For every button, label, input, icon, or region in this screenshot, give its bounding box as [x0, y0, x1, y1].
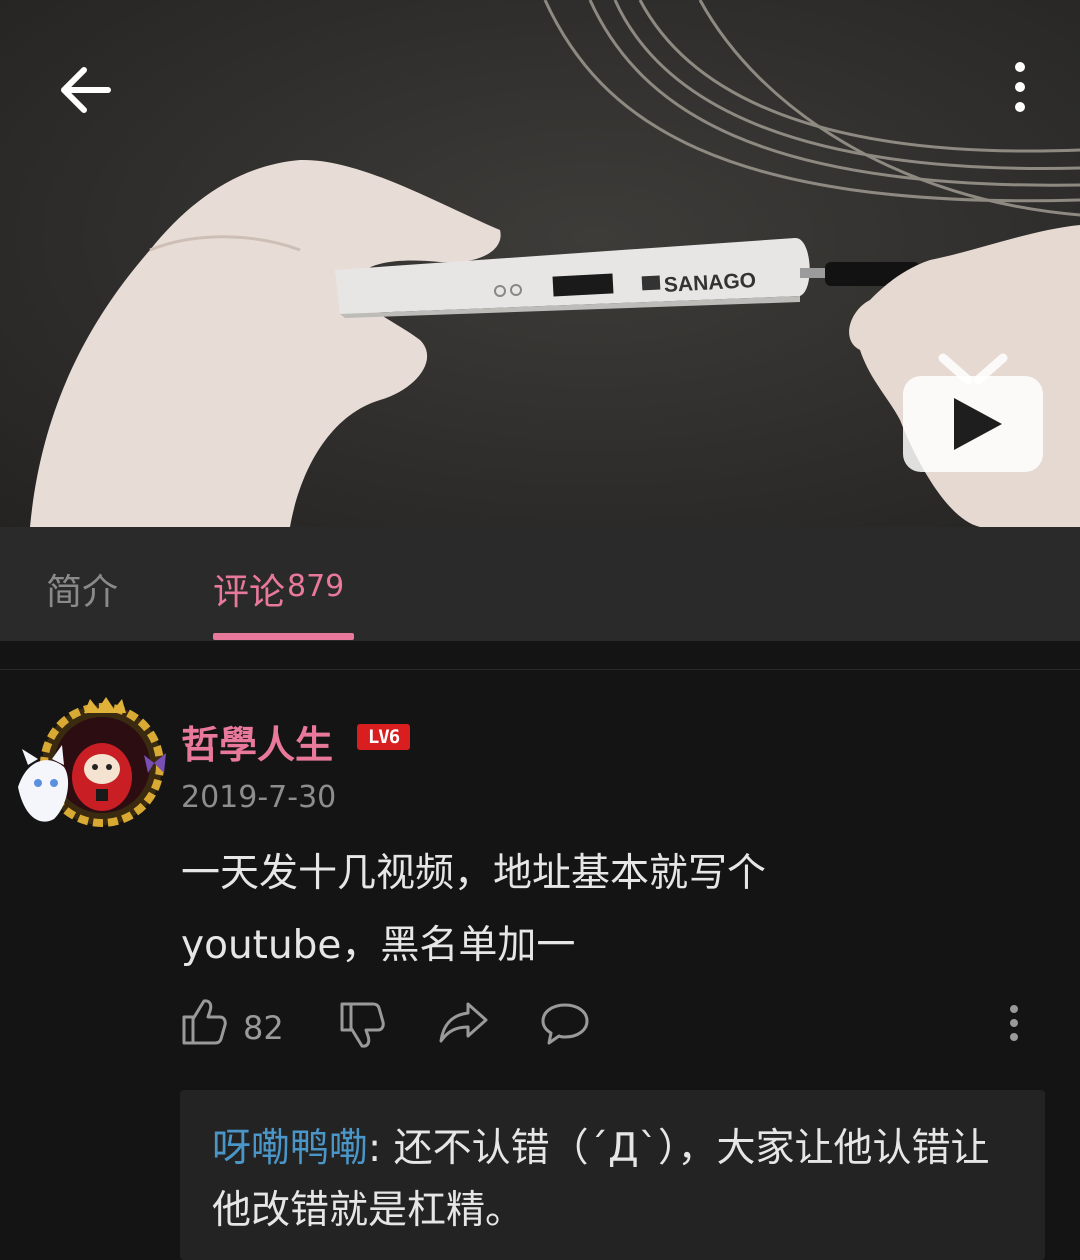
tab-bar: 简介 评论 879 — [0, 527, 1080, 641]
tab-comments-count: 879 — [287, 569, 345, 604]
comment-text-line: 一天发十几视频，地址基本就写个 — [181, 851, 767, 896]
reply-button[interactable] — [540, 1001, 590, 1051]
comment-text: 一天发十几视频，地址基本就写个 youtube，黑名单加一 — [181, 838, 1041, 982]
tab-intro-label: 简介 — [46, 572, 119, 613]
divider — [0, 669, 1080, 670]
avatar[interactable] — [14, 695, 170, 835]
level-badge: LV6 — [357, 724, 410, 750]
share-icon — [439, 1002, 488, 1043]
comment-more-button[interactable] — [1000, 1003, 1028, 1051]
comment-actions: 82 — [0, 995, 1080, 1059]
like-count: 82 — [243, 1009, 284, 1047]
reply-text-block: 呀嘞鸭嘞: 还不认错（´Д`），大家让他认错让他改错就是杠精。 — [212, 1118, 1012, 1242]
more-vertical-icon — [1015, 62, 1025, 112]
share-button[interactable] — [438, 1000, 490, 1048]
reply-preview[interactable]: 呀嘞鸭嘞: 还不认错（´Д`），大家让他认错让他改错就是杠精。 — [180, 1090, 1045, 1260]
avatar-image — [18, 697, 166, 827]
video-player[interactable]: SANAGO — [0, 0, 1080, 527]
back-button[interactable] — [50, 55, 120, 125]
thumb-down-icon — [340, 1002, 385, 1048]
tab-comments[interactable]: 评论 879 — [213, 527, 354, 641]
arrow-left-icon — [61, 67, 111, 113]
reply-username[interactable]: 呀嘞鸭嘞 — [212, 1126, 368, 1171]
dislike-button[interactable] — [338, 1000, 386, 1054]
video-more-button[interactable] — [995, 55, 1045, 125]
like-button[interactable] — [180, 997, 228, 1051]
reply-separator: : — [368, 1126, 394, 1171]
device-brand-text: SANAGO — [663, 269, 756, 297]
comment-date: 2019-7-30 — [181, 780, 337, 815]
more-vertical-icon — [1010, 1005, 1018, 1041]
tab-comments-label: 评论 — [213, 572, 286, 613]
thumb-up-icon — [182, 999, 227, 1045]
reply-icon — [541, 1003, 589, 1045]
comment-username[interactable]: 哲學人生 — [181, 714, 333, 769]
active-tab-indicator — [213, 633, 354, 640]
tv-play-icon — [903, 353, 1043, 472]
tv-play-button[interactable] — [898, 350, 1048, 480]
comment-text-line: youtube，黑名单加一 — [181, 923, 576, 968]
